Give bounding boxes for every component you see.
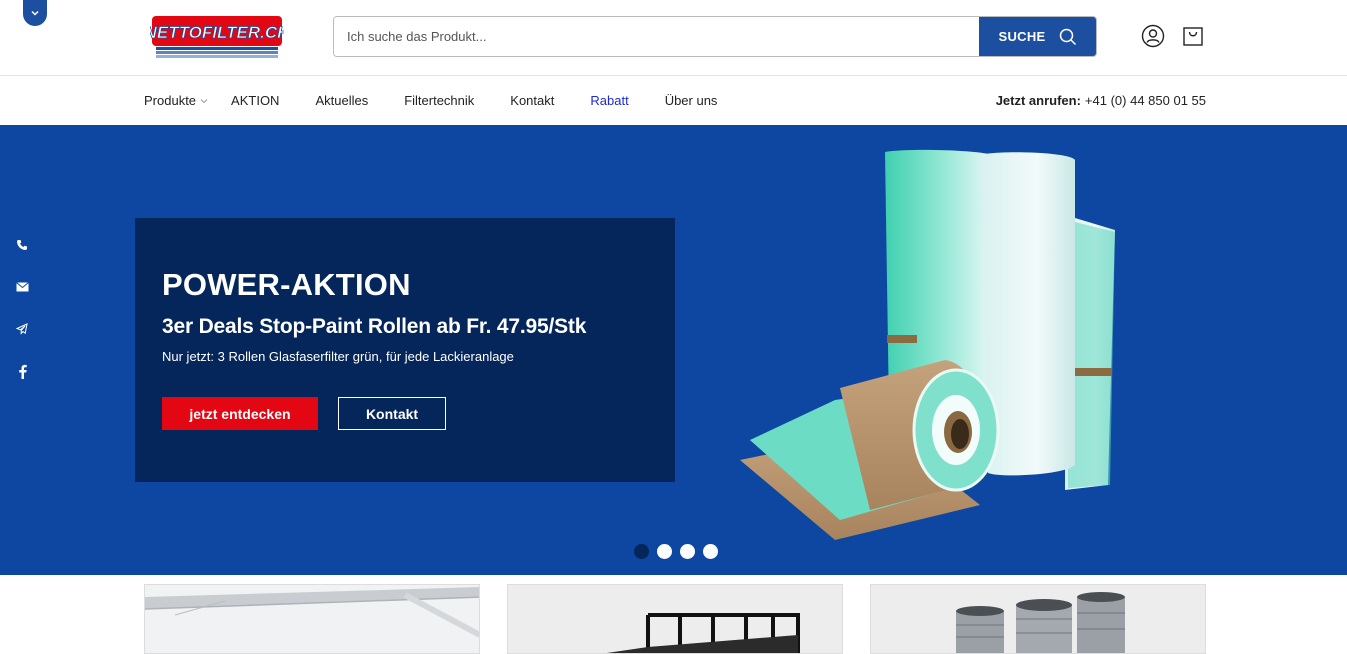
promo-box: POWER-AKTION 3er Deals Stop-Paint Rollen… — [135, 218, 675, 482]
nav-item-label: Über uns — [664, 93, 718, 108]
svg-text:NETTOFILTER.CH: NETTOFILTER.CH — [150, 23, 284, 42]
mail-icon[interactable] — [12, 277, 32, 297]
discover-button[interactable]: jetzt entdecken — [162, 397, 318, 431]
nav-item-aktion[interactable]: AKTION — [231, 93, 279, 108]
promo-subtitle: 3er Deals Stop-Paint Rollen ab Fr. 47.95… — [162, 315, 587, 339]
top-dropdown-toggle[interactable] — [23, 0, 47, 26]
slider-pagination — [634, 544, 718, 559]
nav-item-aktuelles[interactable]: Aktuelles — [315, 93, 368, 108]
nettofilter-logo[interactable]: NETTOFILTER.CH — [144, 14, 291, 60]
cart-icon — [1183, 27, 1203, 46]
promo-title: POWER-AKTION — [162, 267, 411, 302]
cart-button[interactable] — [1181, 24, 1205, 48]
account-button[interactable] — [1141, 24, 1165, 48]
social-sidebar — [12, 235, 32, 381]
nav-item-label: Aktuelles — [315, 93, 369, 108]
nav-item-label: Kontakt — [510, 93, 555, 108]
contact-button[interactable]: Kontakt — [338, 397, 446, 431]
search-input[interactable] — [334, 17, 979, 56]
telegram-icon[interactable] — [12, 319, 32, 339]
chevron-down-icon — [200, 98, 208, 103]
nav-item-label: AKTION — [231, 93, 280, 108]
slider-dot[interactable] — [703, 544, 718, 559]
user-icon — [1141, 24, 1165, 48]
hero-banner: POWER-AKTION 3er Deals Stop-Paint Rollen… — [0, 125, 1347, 575]
category-card-image — [145, 585, 479, 653]
phone-contact: Jetzt anrufen: +41 (0) 44 850 01 55 — [996, 76, 1206, 125]
nav-menu: Produkte AKTION Aktuelles Filtertechnik … — [144, 76, 753, 125]
category-card[interactable] — [507, 584, 843, 654]
search-icon — [1059, 28, 1076, 45]
main-navigation: Produkte AKTION Aktuelles Filtertechnik … — [0, 76, 1347, 125]
facebook-icon[interactable] — [12, 361, 32, 381]
nav-item-label: Rabatt — [590, 93, 629, 108]
slider-dot[interactable] — [634, 544, 649, 559]
nav-item-label: Filtertechnik — [404, 93, 475, 108]
logo-graphic: NETTOFILTER.CH — [144, 16, 291, 58]
slider-dot[interactable] — [657, 544, 672, 559]
nav-item-kontakt[interactable]: Kontakt — [510, 93, 554, 108]
header: NETTOFILTER.CH SUCHE — [0, 0, 1347, 76]
category-card[interactable] — [870, 584, 1206, 654]
search-button-label: SUCHE — [998, 29, 1046, 44]
category-card[interactable] — [144, 584, 480, 654]
promo-actions: jetzt entdecken Kontakt — [162, 397, 648, 431]
promo-description: Nur jetzt: 3 Rollen Glasfaserfilter grün… — [162, 349, 514, 365]
slider-dot[interactable] — [680, 544, 695, 559]
phone-number[interactable]: +41 (0) 44 850 01 55 — [1085, 93, 1206, 108]
nav-item-ueber-uns[interactable]: Über uns — [665, 93, 718, 108]
category-cards — [0, 575, 1347, 654]
search-button[interactable]: SUCHE — [979, 17, 1096, 56]
nav-item-produkte[interactable]: Produkte — [144, 93, 208, 108]
category-card-image — [508, 585, 842, 653]
nav-item-filtertechnik[interactable]: Filtertechnik — [404, 93, 474, 108]
category-card-image — [871, 585, 1205, 653]
phone-icon[interactable] — [12, 235, 32, 255]
search-bar: SUCHE — [333, 16, 1097, 57]
filter-rolls-product-image — [740, 149, 1115, 540]
nav-item-label: Produkte — [144, 93, 197, 108]
nav-item-rabatt[interactable]: Rabatt — [590, 93, 628, 108]
chevron-down-icon — [31, 10, 39, 16]
phone-prefix: Jetzt anrufen: — [995, 93, 1081, 108]
